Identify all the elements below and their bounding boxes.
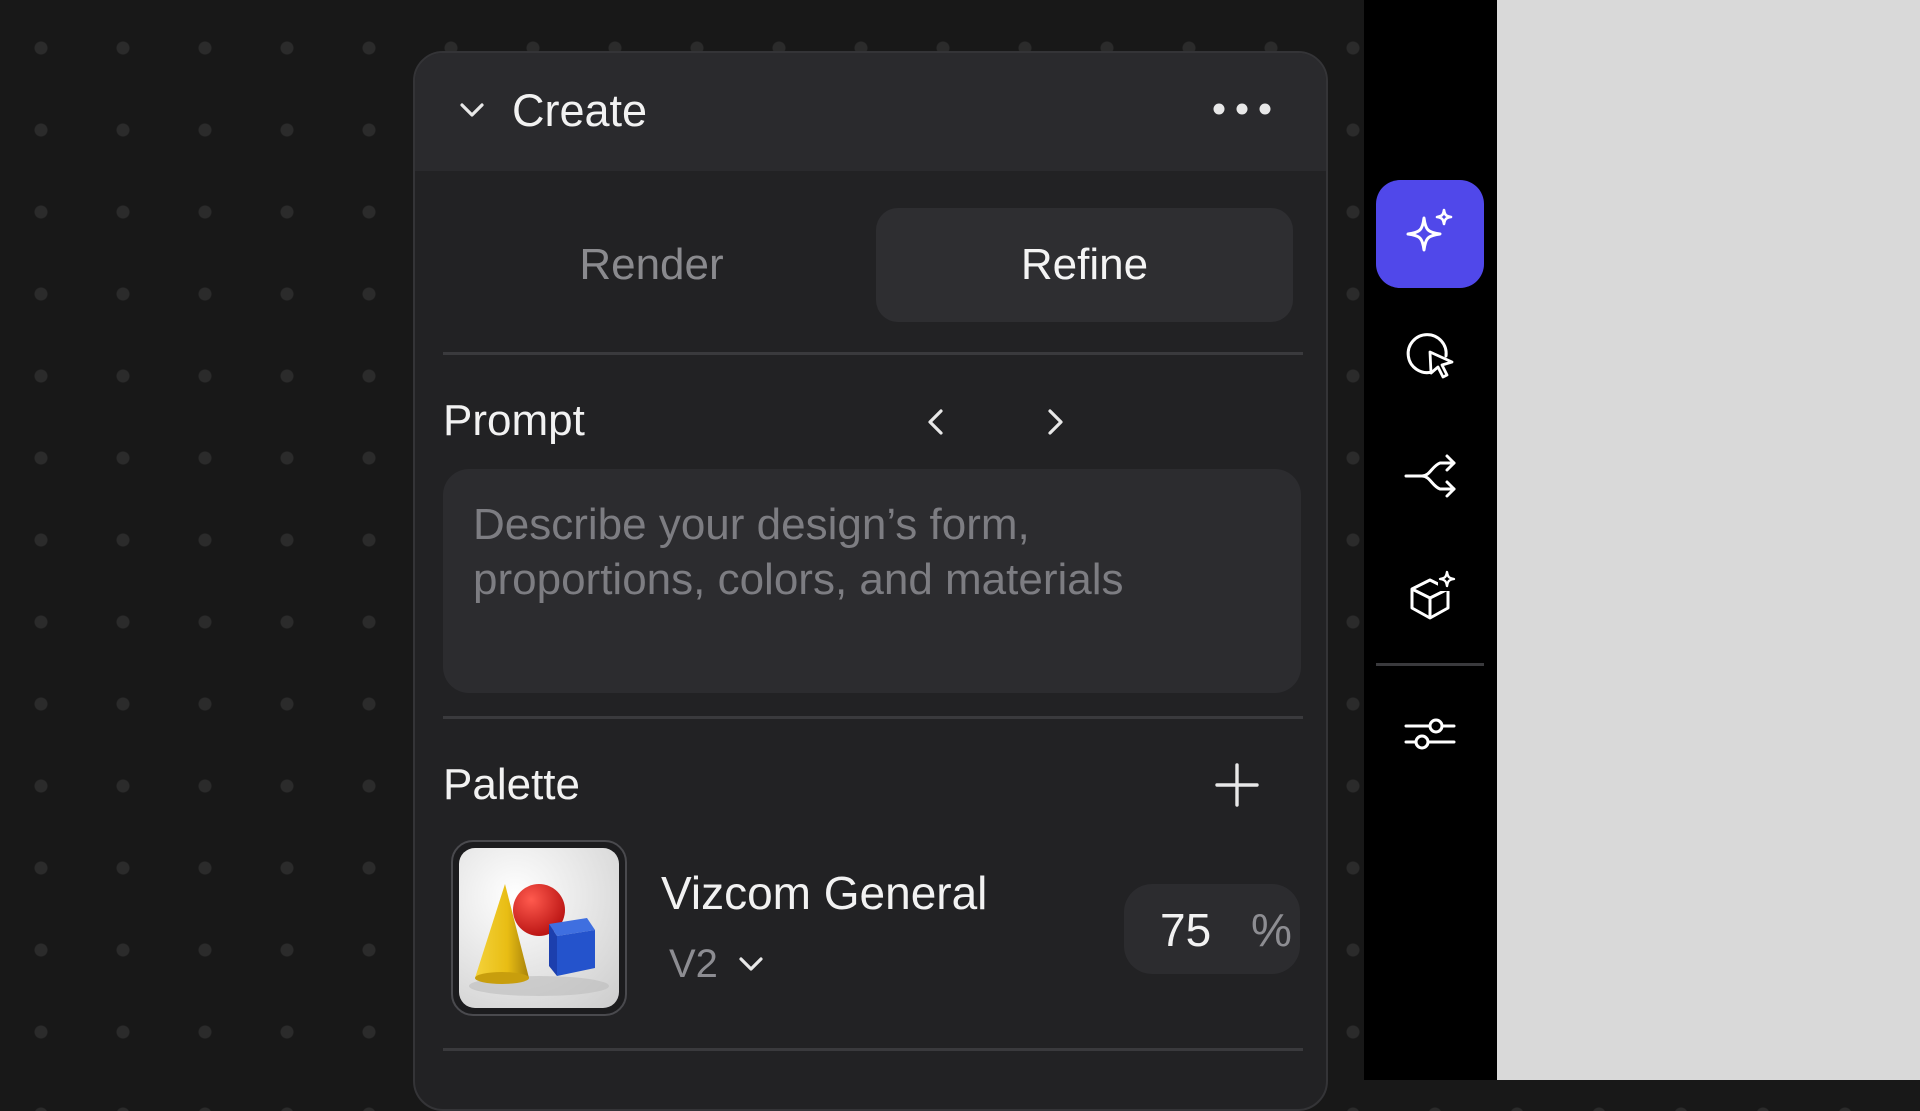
strength-unit: %	[1251, 904, 1292, 956]
sidebar-divider	[1376, 663, 1484, 666]
sparkle-icon	[1406, 208, 1453, 252]
version-label: V2	[669, 942, 718, 986]
sliders-icon	[1404, 718, 1456, 750]
chevron-down-icon	[739, 957, 763, 971]
mode-tabs: Render Refine	[443, 208, 1293, 322]
panel-header: Create	[415, 53, 1326, 171]
strength-input[interactable]: 75 %	[1124, 884, 1300, 974]
branch-tool-button[interactable]	[1376, 422, 1484, 530]
create-panel: Create Render Refine Prompt Describe you…	[413, 51, 1328, 1111]
prompt-label: Prompt	[443, 396, 585, 445]
tab-refine[interactable]: Refine	[876, 208, 1293, 322]
cube-sparkle-icon	[1410, 570, 1458, 620]
next-prompt-icon[interactable]	[1035, 402, 1075, 442]
strength-value: 75	[1160, 904, 1212, 956]
section-divider	[443, 352, 1303, 355]
previous-prompt-icon[interactable]	[916, 402, 956, 442]
palette-label: Palette	[443, 760, 580, 809]
chevron-down-icon[interactable]	[457, 95, 487, 125]
section-divider	[443, 1048, 1303, 1051]
adjustments-tool-button[interactable]	[1376, 680, 1484, 788]
branch-icon	[1404, 454, 1456, 498]
3d-tool-button[interactable]	[1376, 542, 1484, 650]
tab-render[interactable]: Render	[443, 208, 860, 322]
cursor-select-icon	[1406, 333, 1454, 379]
generate-tool-button[interactable]	[1376, 180, 1484, 288]
panel-title: Create	[512, 85, 648, 136]
more-options-icon[interactable]	[1207, 89, 1277, 129]
add-palette-icon[interactable]	[1215, 763, 1259, 807]
prompt-input[interactable]: Describe your design’s form, proportions…	[443, 469, 1301, 693]
empty-workspace-area	[1497, 0, 1920, 1080]
select-tool-button[interactable]	[1376, 302, 1484, 410]
version-dropdown[interactable]: V2	[669, 939, 766, 989]
tool-sidebar	[1364, 0, 1497, 1080]
palette-thumbnail[interactable]	[451, 840, 627, 1016]
palette-style-name: Vizcom General	[661, 867, 988, 919]
section-divider	[443, 716, 1303, 719]
shapes-preview-image	[459, 848, 619, 1008]
